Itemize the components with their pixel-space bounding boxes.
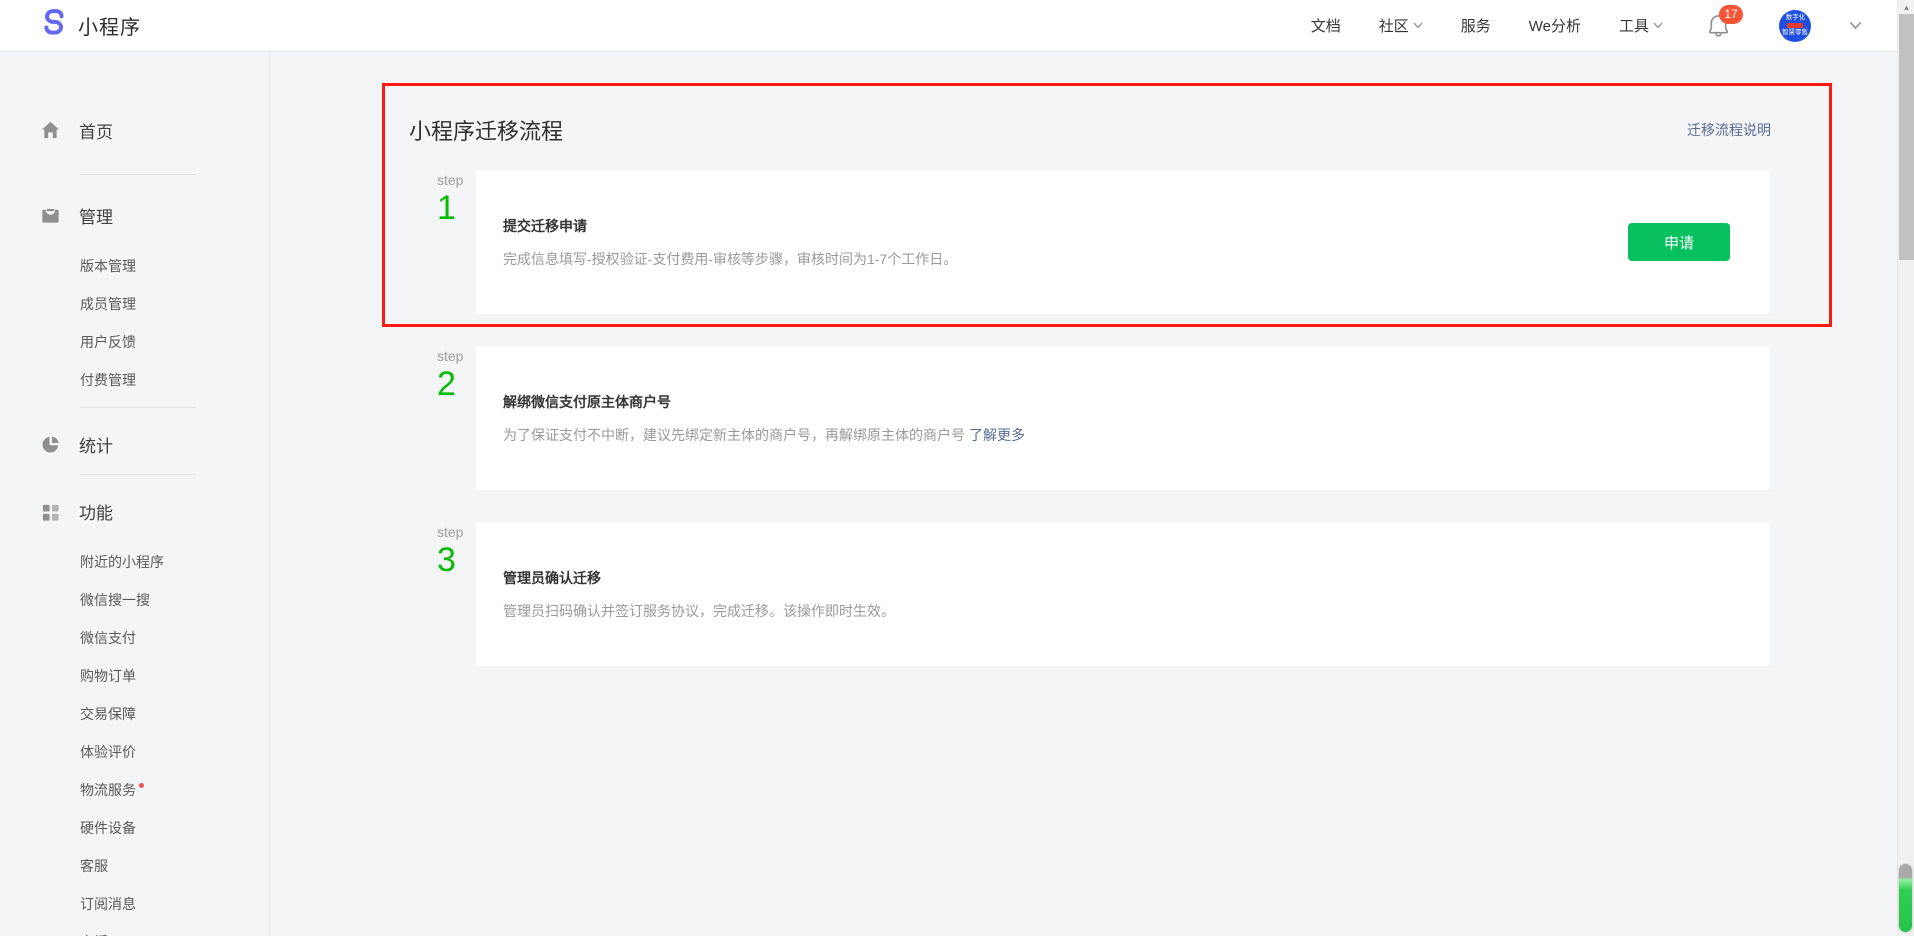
nav-community[interactable]: 社区 [1379,15,1423,36]
learn-more-link[interactable]: 了解更多 [969,427,1025,443]
scrollbar-thumb[interactable] [1899,14,1914,260]
avatar-text-line1: 数字化 [1785,14,1804,21]
sidebar-item-label: 功能 [79,499,113,524]
account-chevron-down-icon[interactable] [1849,21,1862,30]
pie-chart-icon [40,434,61,455]
step-card-desc: 为了保证支付不中断，建议先绑定新主体的商户号，再解绑原主体的商户号了解更多 [503,425,1770,445]
migration-help-link[interactable]: 迁移流程说明 [1687,120,1771,140]
home-icon [40,120,61,141]
nav-we-analysis[interactable]: We分析 [1529,15,1581,36]
step-word: step [437,525,476,539]
sidebar-item-member-manage[interactable]: 成员管理 [0,285,269,323]
chevron-down-icon [1413,22,1423,29]
sidebar-item-version-manage[interactable]: 版本管理 [0,247,269,285]
step-card-submit-application: 提交迁移申请 完成信息填写-授权验证-支付费用-审核等步骤，审核时间为1-7个工… [476,170,1770,314]
notification-count-badge: 17 [1719,5,1743,24]
vertical-scrollbar[interactable]: ▲ ▼ [1897,0,1914,936]
sidebar-item-payment-manage[interactable]: 付费管理 [0,361,269,399]
sidebar-item-customer-service[interactable]: 客服 [0,847,269,885]
step-number: 2 [437,367,476,401]
sidebar-item-wechat-search[interactable]: 微信搜一搜 [0,581,269,619]
sidebar-item-live[interactable]: 直播 [0,923,269,936]
step-card-title: 管理员确认迁移 [503,568,1770,588]
logo-title: 小程序 [78,11,141,40]
migration-steps: step 1 提交迁移申请 完成信息填写-授权验证-支付费用-审核等步骤，审核时… [437,170,1770,666]
page-body: 首页 管理 版本管理 成员管理 用户反馈 付费管理 统计 [0,52,1914,936]
step-card-desc: 管理员扫码确认并签订服务协议，完成迁移。该操作即时生效。 [503,601,1770,621]
nav-services[interactable]: 服务 [1461,15,1491,36]
top-nav: 文档 社区 服务 We分析 工具 17 数字化 智慧零售 [1311,10,1862,42]
step-word: step [437,349,476,363]
step-card-desc: 完成信息填写-授权验证-支付费用-审核等步骤，审核时间为1-7个工作日。 [503,249,1770,269]
notification-bell[interactable]: 17 [1707,13,1731,39]
step-row-3: step 3 管理员确认迁移 管理员扫码确认并签订服务协议，完成迁移。该操作即时… [437,522,1770,666]
sidebar-item-transaction-guarantee[interactable]: 交易保障 [0,695,269,733]
page-title: 小程序迁移流程 [409,114,563,146]
sidebar: 首页 管理 版本管理 成员管理 用户反馈 付费管理 统计 [0,52,270,936]
scrollbar-up-arrow[interactable]: ▲ [1898,0,1914,14]
step-row-2: step 2 解绑微信支付原主体商户号 为了保证支付不中断，建议先绑定新主体的商… [437,346,1770,490]
sidebar-item-nearby-miniprogram[interactable]: 附近的小程序 [0,543,269,581]
miniprogram-logo[interactable]: 小程序 [40,9,141,42]
new-feature-dot [139,783,144,788]
step-word: step [437,173,476,187]
step-row-1: step 1 提交迁移申请 完成信息填写-授权验证-支付费用-审核等步骤，审核时… [437,170,1770,314]
sidebar-item-label: 首页 [79,118,113,143]
grid-icon [40,501,61,522]
sidebar-item-wechat-pay[interactable]: 微信支付 [0,619,269,657]
avatar-red-bar [1787,23,1803,28]
sidebar-item-shopping-orders[interactable]: 购物订单 [0,657,269,695]
sidebar-features-children: 附近的小程序 微信搜一搜 微信支付 购物订单 交易保障 体验评价 物流服务 硬件… [0,543,269,936]
sidebar-item-label: 统计 [79,432,113,457]
step-card-title: 解绑微信支付原主体商户号 [503,392,1770,412]
main-content: 小程序迁移流程 迁移流程说明 step 1 提交迁移申请 完成信息填写-授权验证… [270,52,1914,936]
sidebar-item-label: 管理 [79,203,113,228]
top-header: 小程序 文档 社区 服务 We分析 工具 17 数字化 [0,0,1914,52]
avatar-text-line2: 智慧零售 [1782,29,1808,36]
step-number: 1 [437,191,476,225]
sidebar-item-subscribe-message[interactable]: 订阅消息 [0,885,269,923]
archive-icon [40,205,61,226]
sidebar-item-home[interactable]: 首页 [0,116,269,144]
step-number: 3 [437,543,476,577]
nav-tools[interactable]: 工具 [1619,15,1663,36]
sidebar-item-features[interactable]: 功能 [0,497,269,525]
miniprogram-logo-icon [40,9,68,42]
sidebar-divider [80,474,196,475]
nav-docs[interactable]: 文档 [1311,15,1341,36]
chevron-down-icon [1653,22,1663,29]
account-avatar[interactable]: 数字化 智慧零售 [1779,10,1811,42]
sidebar-manage-children: 版本管理 成员管理 用户反馈 付费管理 [0,247,269,399]
screenshot-tool-indicator [1899,864,1912,932]
sidebar-item-user-feedback[interactable]: 用户反馈 [0,323,269,361]
sidebar-divider [80,174,196,175]
sidebar-item-manage[interactable]: 管理 [0,201,269,229]
sidebar-item-experience-rating[interactable]: 体验评价 [0,733,269,771]
apply-button[interactable]: 申请 [1628,223,1730,261]
sidebar-item-logistics-service[interactable]: 物流服务 [0,771,269,809]
step-card-title: 提交迁移申请 [503,216,1770,236]
step-card-unbind-merchant: 解绑微信支付原主体商户号 为了保证支付不中断，建议先绑定新主体的商户号，再解绑原… [476,346,1770,490]
sidebar-divider [80,407,196,408]
sidebar-item-statistics[interactable]: 统计 [0,430,269,458]
sidebar-item-hardware-devices[interactable]: 硬件设备 [0,809,269,847]
step-card-admin-confirm: 管理员确认迁移 管理员扫码确认并签订服务协议，完成迁移。该操作即时生效。 [476,522,1770,666]
